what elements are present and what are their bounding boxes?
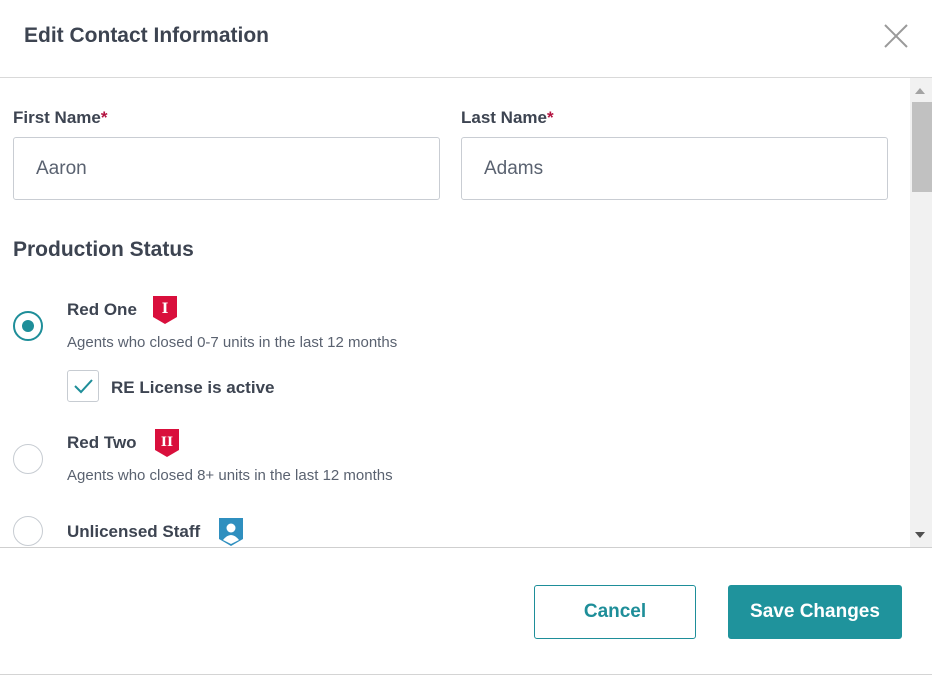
radio-red-two[interactable] <box>13 444 43 474</box>
edit-contact-modal: Edit Contact Information First Name* Aar… <box>0 0 932 675</box>
red-one-shield-icon: I <box>153 296 177 324</box>
modal-header: Edit Contact Information <box>0 0 932 78</box>
vertical-scrollbar[interactable] <box>910 78 932 547</box>
modal-footer: Cancel Save Changes <box>0 548 932 675</box>
svg-text:II: II <box>161 435 173 450</box>
option-title-red-one: Red One <box>67 300 137 319</box>
person-shield-icon <box>219 518 243 546</box>
radio-unlicensed-staff[interactable] <box>13 516 43 546</box>
option-title-unlicensed-staff: Unlicensed Staff <box>67 522 201 541</box>
required-marker: * <box>100 108 108 127</box>
re-license-label: RE License is active <box>111 378 275 397</box>
radio-selected-dot <box>22 320 34 332</box>
last-name-input[interactable]: Adams <box>461 137 888 200</box>
first-name-label: First Name* <box>13 108 108 127</box>
modal-body: First Name* Aaron Last Name* Adams Produ… <box>0 78 932 548</box>
option-desc-red-one: Agents who closed 0-7 units in the last … <box>67 334 398 351</box>
production-status-heading: Production Status <box>13 238 194 261</box>
scrollbar-thumb[interactable] <box>912 102 932 192</box>
radio-red-one[interactable] <box>13 311 43 341</box>
required-marker: * <box>546 108 554 127</box>
close-icon[interactable] <box>882 22 910 50</box>
modal-title: Edit Contact Information <box>24 24 269 47</box>
scroll-up-arrow-icon[interactable] <box>915 88 925 94</box>
option-desc-red-two: Agents who closed 8+ units in the last 1… <box>67 467 393 484</box>
first-name-input[interactable]: Aaron <box>13 137 440 200</box>
last-name-label: Last Name* <box>461 108 554 127</box>
option-title-red-two: Red Two <box>67 433 137 452</box>
red-two-shield-icon: II <box>155 429 179 457</box>
svg-text:I: I <box>162 301 169 317</box>
scroll-down-arrow-icon[interactable] <box>915 532 925 538</box>
cancel-button[interactable]: Cancel <box>534 585 696 639</box>
re-license-checkbox[interactable] <box>67 370 99 402</box>
checkmark-icon <box>74 379 93 394</box>
save-changes-button[interactable]: Save Changes <box>728 585 902 639</box>
